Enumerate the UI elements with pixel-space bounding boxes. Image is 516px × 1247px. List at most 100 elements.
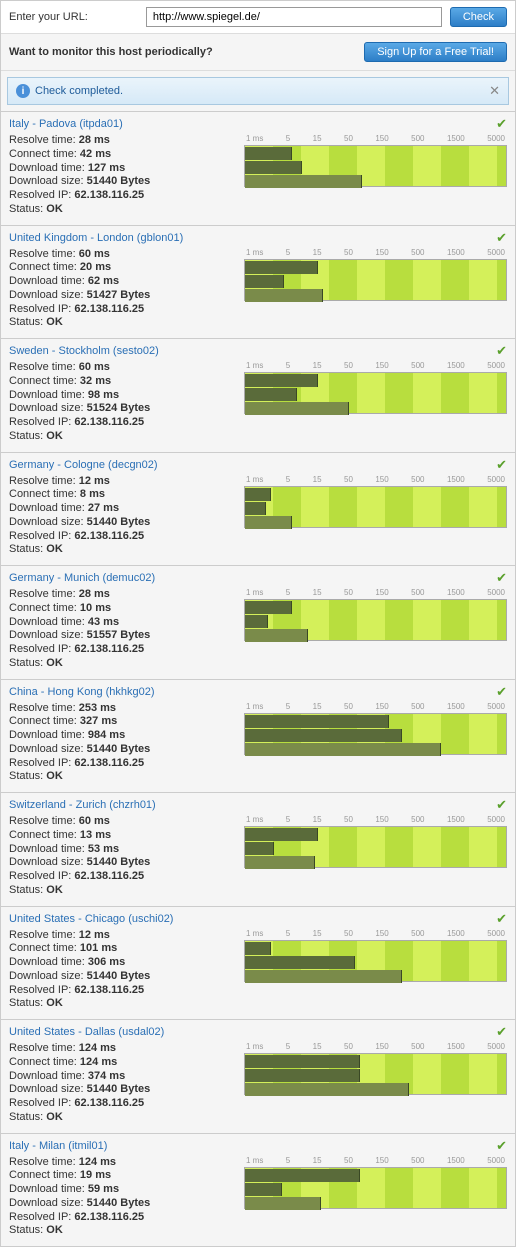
tick-label: 50 — [344, 475, 353, 484]
location-title: Germany - Cologne (decgn02) — [9, 457, 507, 471]
tick-label: 5000 — [487, 815, 505, 824]
resolve-bar — [245, 828, 318, 841]
location-title: United Kingdom - London (gblon01) — [9, 230, 507, 244]
tick-label: 500 — [411, 475, 424, 484]
checkmark-icon: ✔ — [496, 343, 507, 359]
location-block: United States - Dallas (usdal02) ✔ Resol… — [1, 1019, 515, 1133]
tick-label: 15 — [313, 134, 322, 143]
resolve-bar — [245, 601, 292, 614]
resolve-bar — [245, 488, 271, 501]
location-title: United States - Dallas (usdal02) — [9, 1024, 507, 1038]
checkmark-icon: ✔ — [496, 684, 507, 700]
tick-label: 5000 — [487, 588, 505, 597]
checkmark-icon: ✔ — [496, 1024, 507, 1040]
signup-button[interactable]: Sign Up for a Free Trial! — [364, 42, 507, 62]
stats-block: Resolve time: 28 ms Connect time: 10 ms … — [9, 588, 234, 671]
tick-label: 5 — [286, 1156, 290, 1165]
tick-label: 1500 — [447, 361, 465, 370]
tick-label: 1500 — [447, 134, 465, 143]
tick-label: 1 ms — [246, 248, 263, 257]
tick-label: 1 ms — [246, 815, 263, 824]
stats-block: Resolve time: 28 ms Connect time: 42 ms … — [9, 134, 234, 217]
tick-label: 50 — [344, 361, 353, 370]
download-bar — [245, 629, 308, 642]
tick-label: 5000 — [487, 475, 505, 484]
tick-label: 1 ms — [246, 588, 263, 597]
tick-label: 150 — [375, 1042, 388, 1051]
download-bar — [245, 1197, 321, 1210]
checkmark-icon: ✔ — [496, 570, 507, 586]
tick-label: 15 — [313, 929, 322, 938]
resolve-bar — [245, 261, 318, 274]
stats-block: Resolve time: 12 ms Connect time: 8 ms D… — [9, 475, 234, 558]
check-button[interactable]: Check — [450, 7, 507, 27]
checkmark-icon: ✔ — [496, 911, 507, 927]
stats-block: Resolve time: 60 ms Connect time: 20 ms … — [9, 248, 234, 331]
tick-label: 5 — [286, 702, 290, 711]
status-text: Check completed. — [35, 85, 123, 97]
tick-label: 15 — [313, 588, 322, 597]
tick-label: 5000 — [487, 134, 505, 143]
checkmark-icon: ✔ — [496, 797, 507, 813]
location-block: Sweden - Stockholm (sesto02) ✔ Resolve t… — [1, 338, 515, 452]
location-block: Switzerland - Zurich (chzrh01) ✔ Resolve… — [1, 792, 515, 906]
tick-label: 1 ms — [246, 134, 263, 143]
tick-label: 1500 — [447, 929, 465, 938]
tick-label: 1 ms — [246, 361, 263, 370]
close-icon[interactable]: ✕ — [489, 83, 500, 99]
tick-label: 150 — [375, 588, 388, 597]
latency-chart — [244, 1053, 507, 1095]
download-bar — [245, 970, 402, 983]
tick-label: 1500 — [447, 1042, 465, 1051]
stats-block: Resolve time: 12 ms Connect time: 101 ms… — [9, 929, 234, 1012]
tick-label: 50 — [344, 588, 353, 597]
tick-label: 500 — [411, 134, 424, 143]
chart-zone: 1 ms5155015050015005000 — [244, 815, 507, 898]
download-bar — [245, 175, 362, 188]
tick-label: 15 — [313, 1042, 322, 1051]
info-icon: i — [16, 84, 30, 98]
location-block: Italy - Milan (itmil01) ✔ Resolve time: … — [1, 1133, 515, 1247]
location-block: United States - Chicago (uschi02) ✔ Reso… — [1, 906, 515, 1020]
tick-label: 1500 — [447, 1156, 465, 1165]
connect-bar — [245, 842, 274, 855]
tick-label: 50 — [344, 1156, 353, 1165]
location-title: Italy - Milan (itmil01) — [9, 1138, 507, 1152]
location-block: China - Hong Kong (hkhkg02) ✔ Resolve ti… — [1, 679, 515, 793]
location-title: United States - Chicago (uschi02) — [9, 911, 507, 925]
location-title: Sweden - Stockholm (sesto02) — [9, 343, 507, 357]
tick-label: 5000 — [487, 1042, 505, 1051]
url-label: Enter your URL: — [9, 11, 88, 23]
tick-label: 5 — [286, 475, 290, 484]
tick-label: 500 — [411, 815, 424, 824]
location-block: Germany - Munich (demuc02) ✔ Resolve tim… — [1, 565, 515, 679]
tick-label: 50 — [344, 248, 353, 257]
latency-chart — [244, 259, 507, 301]
tick-label: 5000 — [487, 361, 505, 370]
tick-label: 500 — [411, 1042, 424, 1051]
tick-label: 5 — [286, 815, 290, 824]
tick-label: 500 — [411, 1156, 424, 1165]
url-input[interactable] — [146, 7, 442, 27]
tick-label: 15 — [313, 248, 322, 257]
connect-bar — [245, 729, 402, 742]
stats-block: Resolve time: 253 ms Connect time: 327 m… — [9, 702, 234, 785]
tick-label: 5000 — [487, 1156, 505, 1165]
tick-label: 50 — [344, 929, 353, 938]
chart-zone: 1 ms5155015050015005000 — [244, 588, 507, 671]
tick-label: 1500 — [447, 815, 465, 824]
tick-label: 150 — [375, 475, 388, 484]
tick-label: 500 — [411, 929, 424, 938]
tick-label: 150 — [375, 815, 388, 824]
resolve-bar — [245, 374, 318, 387]
resolve-bar — [245, 715, 389, 728]
latency-chart — [244, 486, 507, 528]
tick-label: 5 — [286, 248, 290, 257]
tick-label: 150 — [375, 248, 388, 257]
tick-label: 5 — [286, 361, 290, 370]
connect-bar — [245, 502, 266, 515]
tick-label: 1500 — [447, 588, 465, 597]
stats-block: Resolve time: 124 ms Connect time: 19 ms… — [9, 1156, 234, 1239]
chart-zone: 1 ms5155015050015005000 — [244, 248, 507, 331]
download-bar — [245, 856, 315, 869]
